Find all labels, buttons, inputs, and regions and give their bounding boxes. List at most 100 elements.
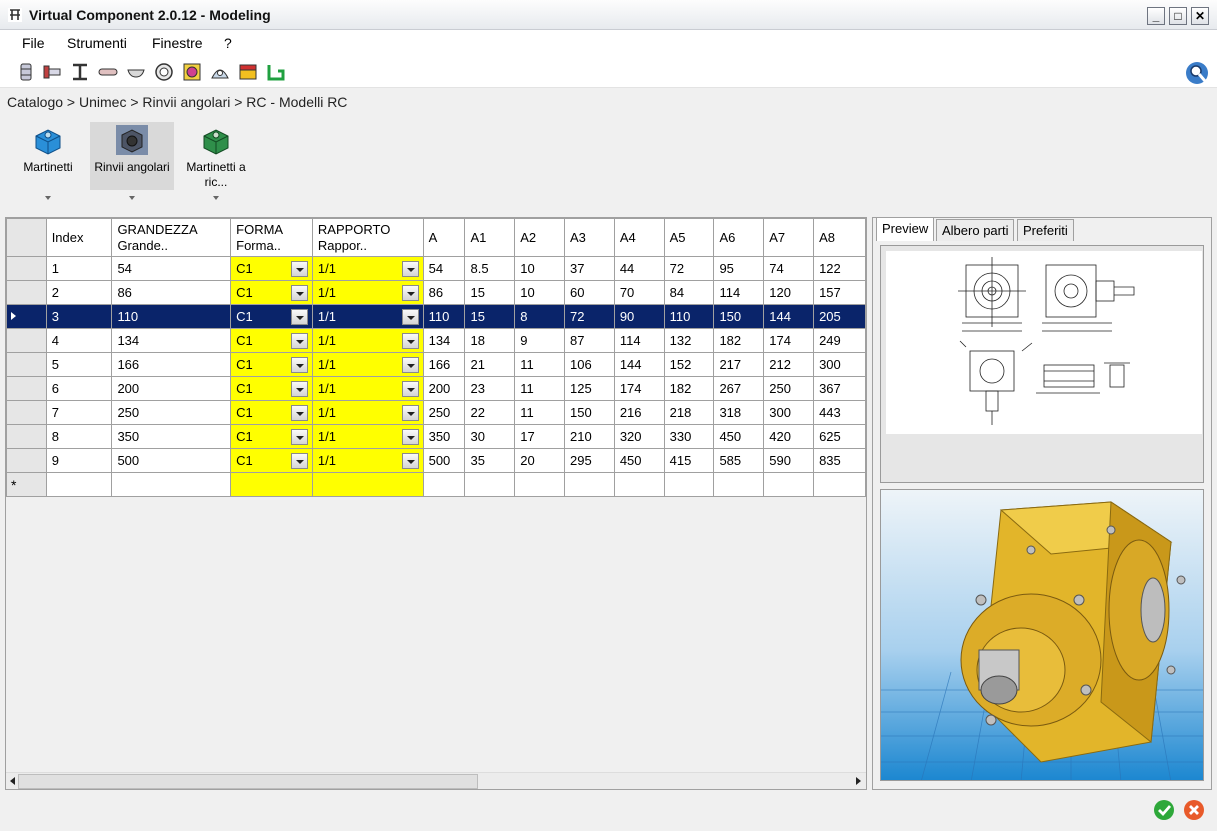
table-cell[interactable]: 350 <box>111 424 232 449</box>
table-cell[interactable]: 95 <box>713 256 765 281</box>
category-martinetti[interactable]: Martinetti <box>16 122 80 200</box>
table-cell[interactable]: 90 <box>613 304 665 329</box>
table-cell[interactable]: C1 <box>230 352 313 377</box>
breadcrumb[interactable]: Catalogo > Unimec > Rinvii angolari > RC… <box>7 94 347 110</box>
category-martinetti-ric[interactable]: Martinetti a ric... <box>180 122 252 200</box>
table-row[interactable]: 9 500 C1 1/1 500 35 20 295 450 415 585 590 835 <box>6 448 866 473</box>
table-cell[interactable]: 17 <box>514 424 566 449</box>
bracket-icon[interactable] <box>210 62 230 82</box>
table-cell[interactable]: 20 <box>514 448 566 473</box>
row-header[interactable] <box>6 448 47 473</box>
table-cell[interactable]: 114 <box>713 280 765 305</box>
dropdown-arrow-icon[interactable] <box>290 429 308 445</box>
table-cell[interactable]: 350 <box>422 424 466 449</box>
table-cell[interactable]: 54 <box>422 256 466 281</box>
profile-icon[interactable] <box>266 62 286 82</box>
table-cell[interactable]: 6 <box>45 376 113 401</box>
table-cell[interactable]: 835 <box>813 448 866 473</box>
dropdown-arrow-icon[interactable] <box>401 357 419 373</box>
tab-albero-parti[interactable]: Albero parti <box>936 219 1015 241</box>
table-cell[interactable]: C1 <box>230 280 313 305</box>
table-cell[interactable]: 22 <box>464 400 516 425</box>
table-cell[interactable]: 205 <box>813 304 866 329</box>
table-cell[interactable] <box>311 472 424 497</box>
ring-icon[interactable] <box>154 62 174 82</box>
table-cell[interactable] <box>713 472 765 497</box>
dropdown-arrow-icon[interactable] <box>401 261 419 277</box>
table-cell[interactable]: 182 <box>713 328 765 353</box>
table-cell[interactable]: 74 <box>763 256 815 281</box>
table-cell[interactable]: 122 <box>813 256 866 281</box>
table-cell[interactable]: 60 <box>564 280 615 305</box>
chevron-down-icon[interactable] <box>45 196 51 200</box>
table-cell[interactable]: 420 <box>763 424 815 449</box>
table-cell[interactable]: 1/1 <box>311 256 424 281</box>
confirm-icon[interactable] <box>1153 799 1175 821</box>
table-row[interactable]: 3 110 C1 1/1 110 15 8 72 90 110 150 144 205 <box>6 304 866 329</box>
dropdown-arrow-icon[interactable] <box>401 309 419 325</box>
menu-finestre[interactable]: Finestre <box>152 35 203 51</box>
table-cell[interactable]: 15 <box>464 280 516 305</box>
table-cell[interactable]: 86 <box>111 280 232 305</box>
table-cell[interactable]: 450 <box>613 448 665 473</box>
table-cell[interactable]: 110 <box>663 304 715 329</box>
table-cell[interactable] <box>111 472 232 497</box>
table-cell[interactable]: 216 <box>613 400 665 425</box>
column-header[interactable]: A1 <box>464 218 516 257</box>
table-cell[interactable]: C1 <box>230 304 313 329</box>
row-header[interactable] <box>6 280 47 305</box>
table-cell[interactable]: 110 <box>111 304 232 329</box>
table-cell[interactable] <box>763 472 815 497</box>
table-cell[interactable]: 134 <box>422 328 466 353</box>
table-cell[interactable]: 585 <box>713 448 765 473</box>
column-header[interactable]: A7 <box>763 218 815 257</box>
dropdown-arrow-icon[interactable] <box>290 405 308 421</box>
column-header[interactable]: A <box>422 218 466 257</box>
table-cell[interactable]: 86 <box>422 280 466 305</box>
dropdown-arrow-icon[interactable] <box>290 381 308 397</box>
table-cell[interactable]: 35 <box>464 448 516 473</box>
table-cell[interactable]: 9 <box>45 448 113 473</box>
table-cell[interactable]: 443 <box>813 400 866 425</box>
table-cell[interactable]: 200 <box>111 376 232 401</box>
row-header[interactable] <box>6 424 47 449</box>
column-header[interactable]: RAPPORTO Rappor.. <box>311 218 424 257</box>
dropdown-arrow-icon[interactable] <box>401 333 419 349</box>
table-cell[interactable]: 590 <box>763 448 815 473</box>
table-cell[interactable]: 330 <box>663 424 715 449</box>
tab-preferiti[interactable]: Preferiti <box>1017 219 1074 241</box>
table-cell[interactable]: C1 <box>230 424 313 449</box>
table-cell[interactable]: 1/1 <box>311 424 424 449</box>
table-cell[interactable]: 250 <box>422 400 466 425</box>
column-header[interactable]: A5 <box>663 218 715 257</box>
table-cell[interactable]: 9 <box>514 328 566 353</box>
table-cell[interactable]: 70 <box>613 280 665 305</box>
table-cell[interactable] <box>613 472 665 497</box>
table-cell[interactable]: 125 <box>564 376 615 401</box>
table-cell[interactable]: 217 <box>713 352 765 377</box>
table-cell[interactable]: 150 <box>564 400 615 425</box>
row-header[interactable] <box>6 328 47 353</box>
table-cell[interactable]: 11 <box>514 400 566 425</box>
table-cell[interactable]: 182 <box>663 376 715 401</box>
table-cell[interactable] <box>663 472 715 497</box>
table-row[interactable]: 7 250 C1 1/1 250 22 11 150 216 218 318 300 443 <box>6 400 866 425</box>
column-header[interactable]: GRANDEZZA Grande.. <box>111 218 232 257</box>
dropdown-arrow-icon[interactable] <box>290 357 308 373</box>
table-cell[interactable]: 1/1 <box>311 328 424 353</box>
table-cell[interactable]: 144 <box>613 352 665 377</box>
table-cell[interactable]: 1/1 <box>311 448 424 473</box>
menu-strumenti[interactable]: Strumenti <box>67 35 127 51</box>
table-cell[interactable]: 150 <box>713 304 765 329</box>
table-cell[interactable]: 11 <box>514 376 566 401</box>
table-cell[interactable]: 1/1 <box>311 280 424 305</box>
table-cell[interactable]: C1 <box>230 328 313 353</box>
table-cell[interactable]: 300 <box>763 400 815 425</box>
table-cell[interactable]: 114 <box>613 328 665 353</box>
minimize-button[interactable]: _ <box>1147 7 1165 25</box>
menu-file[interactable]: File <box>22 35 45 51</box>
row-header[interactable] <box>6 304 47 329</box>
table-cell[interactable]: 1/1 <box>311 376 424 401</box>
table-cell[interactable] <box>422 472 466 497</box>
table-cell[interactable]: 318 <box>713 400 765 425</box>
